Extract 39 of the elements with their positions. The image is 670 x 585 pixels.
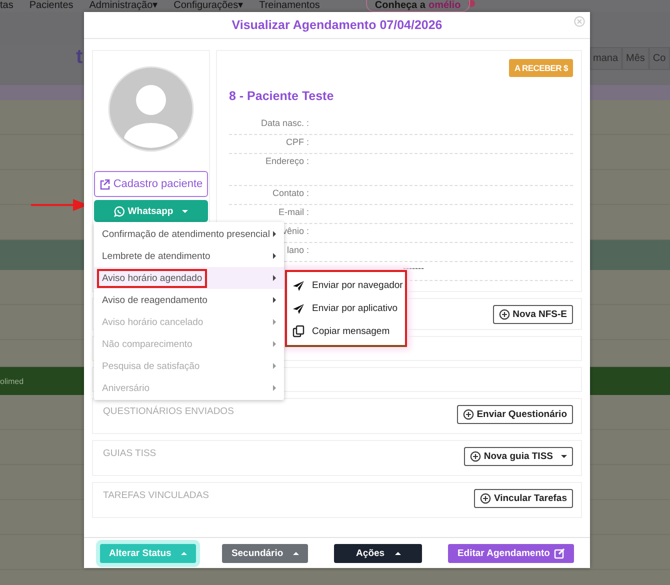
action-button[interactable]: Nova NFS-E — [492, 305, 573, 324]
field-value: ------- — [403, 264, 424, 272]
field-label: CPF : — [286, 137, 309, 147]
footer-button[interactable]: Editar Agendamento — [448, 544, 574, 562]
field-label: lano : — [286, 245, 309, 255]
submenu-item[interactable]: Enviar por navegador — [287, 274, 405, 297]
action-button[interactable]: Nova guia TISS — [464, 447, 573, 466]
footer-button[interactable]: Secundário — [222, 544, 308, 562]
submenu-item[interactable]: Enviar por aplicativo — [287, 297, 405, 320]
nav-link[interactable]: Configurações▾ — [174, 0, 244, 12]
nav-link[interactable]: Pacientes — [29, 0, 74, 12]
section-title: TAREFAS VINCULADAS — [103, 490, 209, 501]
menu-item[interactable]: Lembrete de atendimento — [94, 245, 284, 267]
action-button[interactable]: Vincular Tarefas — [474, 489, 573, 508]
field-label: Contato : — [272, 188, 309, 198]
field-label: vênio : — [282, 226, 309, 236]
view-button[interactable]: Mês — [622, 47, 649, 70]
menu-item[interactable]: Confirmação de atendimento presencial — [94, 223, 284, 245]
nav-link[interactable]: Administração▾ — [89, 0, 158, 12]
section-title: GUIAS TISS — [103, 448, 156, 459]
view-button[interactable]: Co — [648, 47, 670, 70]
status-badge: A RECEBER $ — [509, 59, 573, 77]
section-title: QUESTIONÁRIOS ENVIADOS — [103, 406, 234, 417]
view-button[interactable]: mana — [590, 47, 622, 70]
field-label: E-mail : — [278, 207, 309, 217]
nav-link[interactable]: Treinamentos — [259, 0, 320, 12]
field-label: Endereço : — [265, 156, 309, 166]
action-button[interactable]: Enviar Questionário — [456, 405, 573, 424]
nav-link[interactable]: tas — [0, 0, 14, 12]
menu-item[interactable]: Aviso horário agendado — [94, 267, 284, 289]
field-label: Data nasc. : — [260, 118, 309, 128]
modal-title: Visualizar Agendamento 07/04/2026 — [232, 18, 442, 32]
patient-name: 8 - Paciente Teste — [229, 89, 335, 103]
profile-button[interactable]: Cadastro paciente — [94, 171, 208, 197]
whatsapp-button[interactable]: Whatsapp — [94, 200, 208, 222]
submenu-item[interactable]: Copiar mensagem — [287, 320, 405, 343]
calendar-event[interactable]: olimed — [0, 376, 24, 386]
footer-button[interactable]: Ações — [334, 544, 422, 562]
menu-item[interactable]: Aviso de reagendamento — [94, 289, 284, 311]
